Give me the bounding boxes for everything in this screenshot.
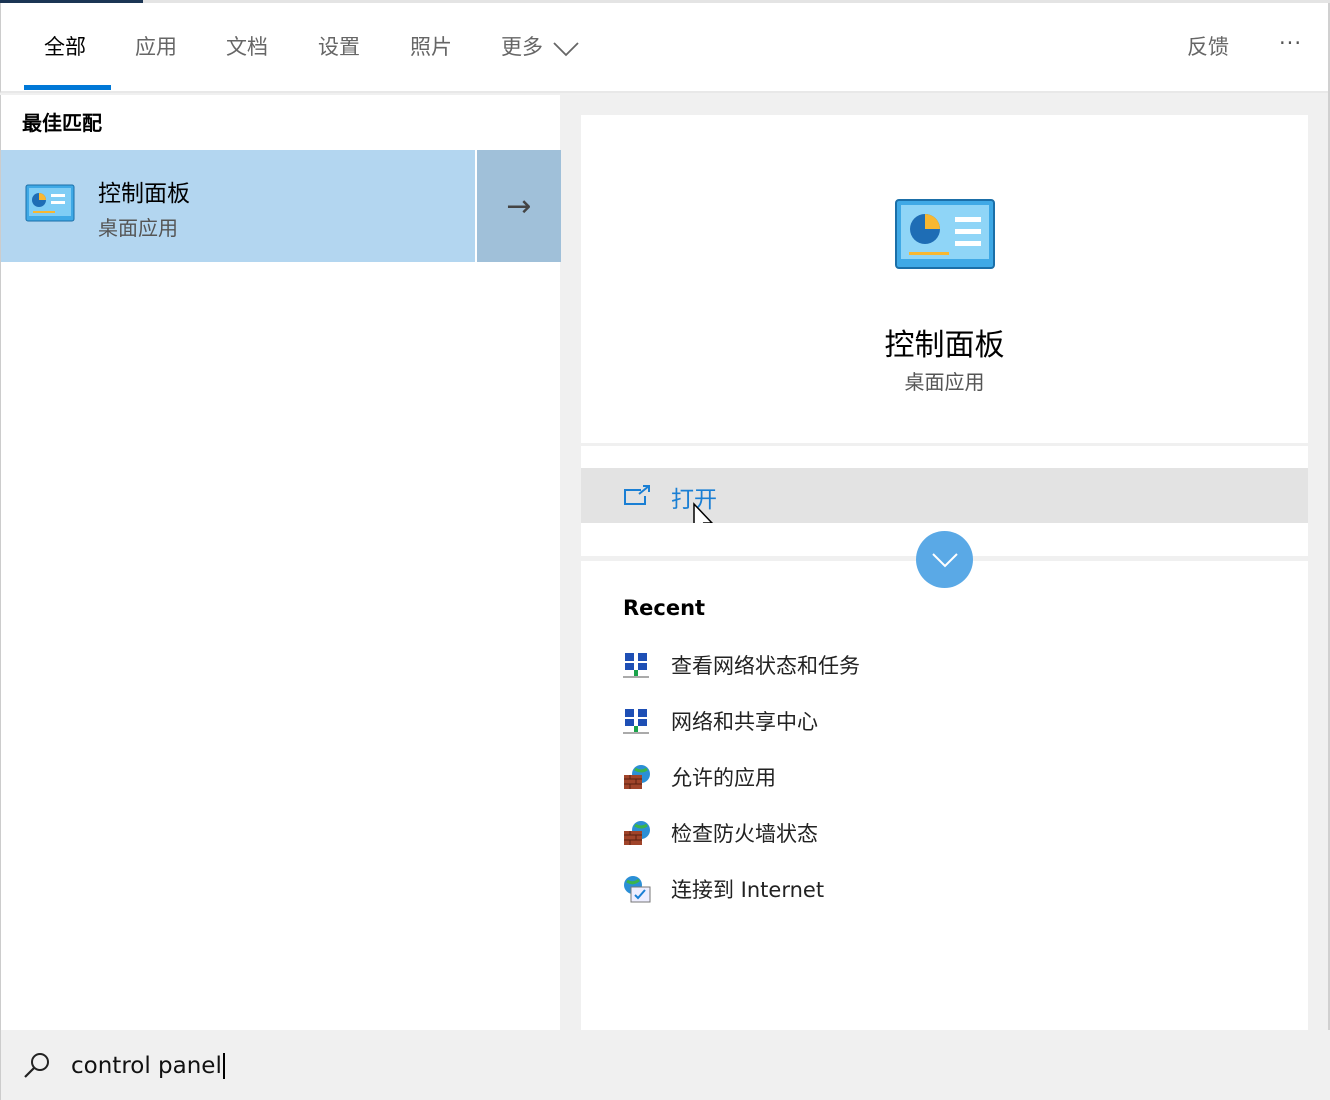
tab-documents[interactable]: 文档 — [226, 31, 268, 61]
detail-title: 控制面板 — [884, 328, 1005, 363]
open-details-button[interactable]: → — [477, 150, 561, 262]
search-icon — [24, 1053, 49, 1078]
tab-more-label: 更多 — [501, 35, 543, 59]
control-panel-large-icon — [895, 199, 995, 269]
tab-all[interactable]: 全部 — [44, 31, 86, 61]
header: 全部 应用 文档 设置 照片 更多 反馈 ··· — [0, 3, 1328, 93]
network-icon — [623, 653, 649, 678]
open-icon — [624, 485, 650, 505]
recent-section: Recent 查看网络状态和任务 网络和共享中心 允许的应用 检查防火墙状态 连… — [581, 561, 1308, 1030]
tab-photos[interactable]: 照片 — [410, 31, 452, 61]
feedback-button[interactable]: 反馈 — [1187, 31, 1229, 61]
control-panel-icon — [25, 184, 75, 222]
recent-item-label: 网络和共享中心 — [671, 710, 818, 734]
recent-item[interactable]: 网络和共享中心 — [623, 706, 818, 736]
best-match-subtitle: 桌面应用 — [98, 216, 178, 240]
firewall-icon — [624, 765, 650, 789]
results-panel: 最佳匹配 控制面板 桌面应用 → — [0, 95, 561, 1030]
recent-item[interactable]: 允许的应用 — [623, 762, 776, 792]
best-match-heading: 最佳匹配 — [22, 111, 102, 135]
recent-item[interactable]: 检查防火墙状态 — [623, 818, 818, 848]
detail-subtitle: 桌面应用 — [904, 370, 985, 394]
more-options-button[interactable]: ··· — [1279, 31, 1302, 55]
recent-item-label: 检查防火墙状态 — [671, 822, 818, 846]
recent-item-label: 连接到 Internet — [671, 878, 825, 902]
recent-item-label: 查看网络状态和任务 — [671, 654, 860, 678]
chevron-down-icon — [553, 42, 579, 57]
search-input[interactable]: control panel — [71, 1053, 225, 1079]
network-icon — [623, 709, 649, 734]
expand-button[interactable] — [916, 531, 973, 588]
arrow-right-icon: → — [506, 188, 532, 224]
recent-heading: Recent — [623, 596, 706, 620]
tab-settings[interactable]: 设置 — [318, 31, 360, 61]
detail-card: 控制面板 桌面应用 — [581, 115, 1308, 443]
chevron-down-icon — [931, 552, 958, 567]
recent-item-label: 允许的应用 — [671, 766, 776, 790]
spacer — [581, 446, 1308, 468]
tab-apps[interactable]: 应用 — [135, 31, 177, 61]
recent-item[interactable]: 查看网络状态和任务 — [623, 650, 860, 680]
firewall-icon — [624, 821, 650, 845]
search-bar[interactable]: control panel — [0, 1030, 1330, 1100]
recent-item[interactable]: 连接到 Internet — [623, 874, 824, 904]
tab-more[interactable]: 更多 — [501, 31, 580, 61]
best-match-title: 控制面板 — [98, 181, 190, 207]
internet-icon — [624, 876, 651, 903]
best-match-item[interactable]: 控制面板 桌面应用 — [1, 150, 475, 262]
active-tab-indicator — [24, 85, 111, 90]
open-action[interactable]: 打开 — [581, 468, 1308, 537]
